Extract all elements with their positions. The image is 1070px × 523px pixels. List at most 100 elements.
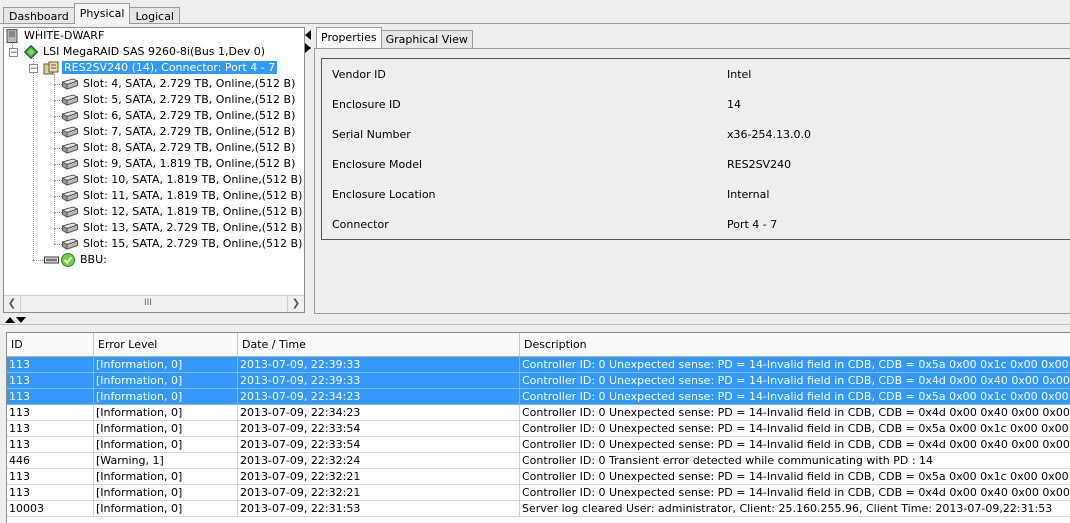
property-value: RES2SV240 bbox=[727, 158, 792, 171]
cell-id: 113 bbox=[7, 437, 94, 453]
tree-node-bbu[interactable]: BBU: bbox=[44, 252, 109, 268]
hard-drive-icon bbox=[62, 190, 78, 202]
scroll-right-button[interactable]: ❯ bbox=[287, 296, 304, 312]
scroll-left-button[interactable]: ❮ bbox=[4, 296, 21, 312]
cell-description: Controller ID: 0 Unexpected sense: PD = … bbox=[522, 438, 1070, 451]
table-row[interactable]: 113 [Information, 0] 2013-07-09, 22:34:23 C… bbox=[7, 389, 1070, 405]
cell-date-time: 2013-07-09, 22:34:23 bbox=[238, 389, 520, 405]
table-row[interactable]: 446 [Warning, 1] 2013-07-09, 22:32:24 Contr… bbox=[7, 453, 1070, 469]
property-label: Serial Number bbox=[332, 128, 411, 141]
hard-drive-icon bbox=[62, 142, 78, 154]
tree-node-slot[interactable]: Slot: 7, SATA, 2.729 TB, Online,(512 B) bbox=[62, 124, 297, 140]
tab-dashboard[interactable]: Dashboard bbox=[3, 7, 75, 24]
property-row: Enclosure Model RES2SV240 bbox=[322, 157, 1070, 173]
cell-date-time: 2013-07-09, 22:32:24 bbox=[238, 453, 520, 469]
tree-node-slot[interactable]: Slot: 5, SATA, 2.729 TB, Online,(512 B) bbox=[62, 92, 297, 108]
event-log-table[interactable]: ID Error Level Date / Time Description 1… bbox=[6, 332, 1070, 523]
property-value: x36-254.13.0.0 bbox=[727, 128, 811, 141]
tab-properties[interactable]: Properties bbox=[316, 27, 382, 48]
tree-node-slot[interactable]: Slot: 15, SATA, 2.729 TB, Online,(512 B) bbox=[62, 236, 304, 252]
column-header-error-level[interactable]: Error Level bbox=[94, 333, 238, 356]
column-header-description[interactable]: Description bbox=[520, 333, 1070, 356]
horizontal-splitter[interactable] bbox=[0, 314, 1070, 326]
vertical-splitter[interactable] bbox=[305, 27, 313, 313]
cell-id: 10003 bbox=[7, 501, 94, 517]
cell-description: Server log cleared User: administrator, … bbox=[522, 502, 1053, 515]
tree-label-enclosure: RES2SV240 (14), Connector: Port 4 - 7 bbox=[62, 61, 278, 74]
column-header-date-time[interactable]: Date / Time bbox=[238, 333, 520, 356]
hard-drive-icon bbox=[62, 158, 78, 170]
tree-label-slot: Slot: 7, SATA, 2.729 TB, Online,(512 B) bbox=[83, 125, 296, 138]
tree-node-slot[interactable]: Slot: 6, SATA, 2.729 TB, Online,(512 B) bbox=[62, 108, 297, 124]
tab-physical[interactable]: Physical bbox=[73, 3, 131, 24]
hard-drive-icon bbox=[62, 222, 78, 234]
tree-node-controller[interactable]: LSI MegaRAID SAS 9260-8i(Bus 1,Dev 0) bbox=[24, 44, 267, 60]
cell-error-level: [Warning, 1] bbox=[94, 453, 238, 469]
cell-description: Controller ID: 0 Unexpected sense: PD = … bbox=[522, 390, 1070, 403]
main-tabbar: Dashboard Physical Logical bbox=[3, 3, 180, 24]
cell-error-level: [Information, 0] bbox=[94, 405, 238, 421]
expander-enclosure[interactable]: − bbox=[29, 64, 38, 74]
cell-id: 113 bbox=[7, 357, 94, 373]
table-row[interactable]: 113 [Information, 0] 2013-07-09, 22:39:33 C… bbox=[7, 357, 1070, 373]
tree-node-slot[interactable]: Slot: 13, SATA, 2.729 TB, Online,(512 B) bbox=[62, 220, 304, 236]
table-row[interactable]: 113 [Information, 0] 2013-07-09, 22:33:54 C… bbox=[7, 421, 1070, 437]
cell-id: 113 bbox=[7, 421, 94, 437]
tree-node-slot[interactable]: Slot: 9, SATA, 1.819 TB, Online,(512 B) bbox=[62, 156, 297, 172]
property-label: Enclosure Location bbox=[332, 188, 436, 201]
cell-error-level: [Information, 0] bbox=[94, 501, 238, 517]
table-row[interactable]: 113 [Information, 0] 2013-07-09, 22:34:23 C… bbox=[7, 405, 1070, 421]
property-label: Vendor ID bbox=[332, 68, 386, 81]
tab-logical[interactable]: Logical bbox=[129, 7, 180, 24]
cell-date-time: 2013-07-09, 22:31:53 bbox=[238, 501, 520, 517]
property-row: Enclosure Location Internal bbox=[322, 187, 1070, 203]
table-row[interactable]: 113 [Information, 0] 2013-07-09, 22:39:33 C… bbox=[7, 373, 1070, 389]
tree-node-slot[interactable]: Slot: 12, SATA, 1.819 TB, Online,(512 B) bbox=[62, 204, 304, 220]
cell-date-time: 2013-07-09, 22:32:21 bbox=[238, 485, 520, 501]
scroll-thumb-grip[interactable]: III bbox=[144, 296, 152, 311]
tree-node-slot[interactable]: Slot: 11, SATA, 1.819 TB, Online,(512 B) bbox=[62, 188, 304, 204]
collapse-up-icon[interactable] bbox=[5, 317, 15, 323]
tab-graphical-view[interactable]: Graphical View bbox=[380, 30, 473, 48]
cell-id: 446 bbox=[7, 453, 94, 469]
cell-id: 113 bbox=[7, 405, 94, 421]
tree-label-controller: LSI MegaRAID SAS 9260-8i(Bus 1,Dev 0) bbox=[43, 45, 266, 58]
tree-label-server: WHITE-DWARF bbox=[24, 29, 105, 42]
tree-label-slot: Slot: 6, SATA, 2.729 TB, Online,(512 B) bbox=[83, 109, 296, 122]
cell-description: Controller ID: 0 Transient error detecte… bbox=[522, 454, 934, 467]
tree-node-server[interactable]: WHITE-DWARF bbox=[5, 28, 106, 44]
properties-table: Vendor ID Intel Enclosure ID 14 Serial Numbe… bbox=[321, 58, 1070, 240]
tabbar-divider bbox=[0, 23, 1070, 24]
cell-description: Controller ID: 0 Unexpected sense: PD = … bbox=[522, 406, 1070, 419]
tree-label-slot: Slot: 9, SATA, 1.819 TB, Online,(512 B) bbox=[83, 157, 296, 170]
property-row: Serial Number x36-254.13.0.0 bbox=[322, 127, 1070, 143]
collapse-down-icon[interactable] bbox=[16, 317, 26, 323]
column-header-id[interactable]: ID bbox=[7, 333, 94, 356]
expander-controller[interactable]: − bbox=[9, 48, 18, 58]
table-row[interactable]: 113 [Information, 0] 2013-07-09, 22:32:21 C… bbox=[7, 469, 1070, 485]
property-value: Port 4 - 7 bbox=[727, 218, 778, 231]
cell-date-time: 2013-07-09, 22:39:33 bbox=[238, 357, 520, 373]
collapse-left-icon[interactable] bbox=[305, 30, 311, 40]
collapse-right-icon[interactable] bbox=[305, 43, 311, 53]
tree-hscrollbar[interactable]: ❮ III ❯ bbox=[4, 295, 304, 312]
cell-error-level: [Information, 0] bbox=[94, 437, 238, 453]
details-tabbar: Properties Graphical View bbox=[316, 27, 473, 48]
status-ok-icon bbox=[61, 253, 75, 267]
hard-drive-icon bbox=[62, 206, 78, 218]
tree-node-slot[interactable]: Slot: 4, SATA, 2.729 TB, Online,(512 B) bbox=[62, 76, 297, 92]
cell-description: Controller ID: 0 Unexpected sense: PD = … bbox=[522, 486, 1070, 499]
cell-error-level: [Information, 0] bbox=[94, 373, 238, 389]
physical-tree[interactable]: WHITE-DWARF − LSI MegaRAID SAS 9260-8i(B… bbox=[3, 27, 305, 313]
table-row[interactable]: 113 [Information, 0] 2013-07-09, 22:33:54 C… bbox=[7, 437, 1070, 453]
tree-node-enclosure[interactable]: RES2SV240 (14), Connector: Port 4 - 7 bbox=[43, 60, 278, 76]
battery-icon bbox=[44, 256, 59, 264]
table-row[interactable]: 10003 [Information, 0] 2013-07-09, 22:31:5… bbox=[7, 501, 1070, 517]
cell-error-level: [Information, 0] bbox=[94, 389, 238, 405]
tree-node-slot[interactable]: Slot: 10, SATA, 1.819 TB, Online,(512 B) bbox=[62, 172, 304, 188]
property-label: Enclosure ID bbox=[332, 98, 401, 111]
tree-node-slot[interactable]: Slot: 8, SATA, 2.729 TB, Online,(512 B) bbox=[62, 140, 297, 156]
cell-id: 113 bbox=[7, 485, 94, 501]
cell-id: 113 bbox=[7, 469, 94, 485]
table-row[interactable]: 113 [Information, 0] 2013-07-09, 22:32:21 C… bbox=[7, 485, 1070, 501]
